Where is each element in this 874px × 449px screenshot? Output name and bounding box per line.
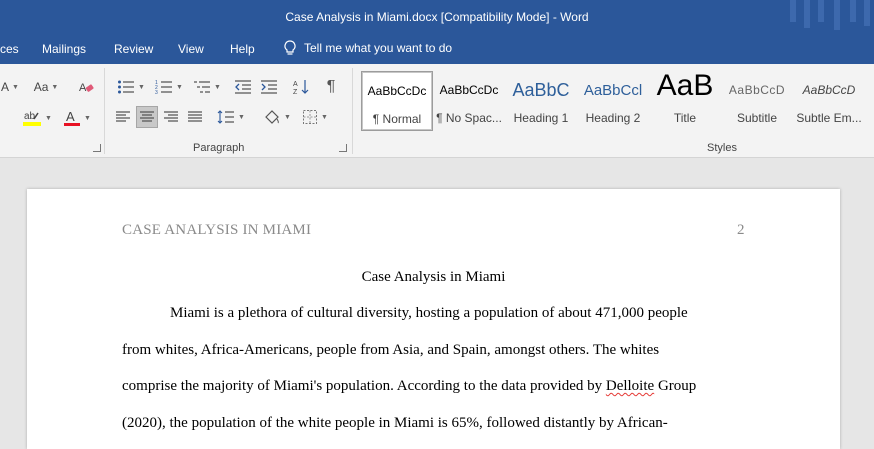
body-line-1: Miami is a plethora of cultural diversit… [170,305,688,321]
align-left-button[interactable] [112,106,134,128]
eraser-icon: A [78,79,94,95]
show-formatting-button[interactable]: ¶ [320,76,342,98]
multilevel-list-icon [193,79,211,95]
style-heading-1[interactable]: AaBbC Heading 1 [505,71,577,131]
tab-view[interactable]: View [178,42,204,56]
decrease-indent-icon [234,79,252,95]
svg-text:A: A [293,81,298,88]
borders-button[interactable]: ▼ [298,106,332,128]
line-spacing-button[interactable]: ▼ [214,106,248,128]
body-line-3-tail: Group [654,378,697,394]
bullets-button[interactable]: ▼ [114,76,148,98]
clear-formatting-button[interactable]: A [76,78,96,96]
svg-text:ab: ab [24,111,36,122]
shrink-font-button[interactable]: A ▼ [0,78,20,96]
svg-text:A: A [79,82,87,94]
highlighter-icon: ab [22,109,42,127]
style-subtitle[interactable]: AaBbCcD Subtitle [721,71,793,131]
tab-references[interactable]: ces [0,42,19,56]
paint-bucket-icon [263,109,281,125]
paragraph-group-label: Paragraph [193,142,245,154]
borders-icon [302,109,318,125]
body-line-4: (2020), the population of the white peop… [122,415,668,431]
title-bar: Case Analysis in Miami.docx [Compatibili… [0,0,874,34]
font-dialog-launcher[interactable] [93,144,101,152]
increase-indent-button[interactable] [258,76,280,98]
tell-me-box[interactable]: Tell me what you want to do [284,40,452,56]
center-button[interactable] [136,106,158,128]
document-page[interactable]: CASE ANALYSIS IN MIAMI 2 Case Analysis i… [27,189,840,449]
svg-text:3: 3 [155,90,158,95]
font-color-icon: A [63,109,81,127]
styles-group-label: Styles [707,142,737,154]
style-heading-2[interactable]: AaBbCcl Heading 2 [577,71,649,131]
styles-gallery: AaBbCcDc ¶ Normal AaBbCcDc ¶ No Spac... … [361,71,874,133]
highlight-color-button[interactable]: ab ▼ [20,108,54,128]
lightbulb-icon [284,40,296,56]
page-number: 2 [737,222,745,238]
justify-button[interactable] [184,106,206,128]
tab-mailings[interactable]: Mailings [42,42,86,56]
style-title[interactable]: AaB Title [649,71,721,131]
body-line-3-text: comprise the majority of Miami's populat… [122,378,606,394]
increase-indent-icon [260,79,278,95]
running-header: CASE ANALYSIS IN MIAMI [122,222,312,238]
svg-text:A: A [66,109,75,124]
paragraph-dialog-launcher[interactable] [339,144,347,152]
numbering-button[interactable]: 1 2 3 ▼ [152,76,186,98]
bullets-icon [117,79,135,95]
align-center-icon [139,110,155,124]
decrease-indent-button[interactable] [232,76,254,98]
sort-button[interactable]: AZ [290,76,312,98]
ribbon: A ▼ Aa ▼ A ab ▼ A ▼ ▼ 1 2 3 ▼ ▼ AZ ¶ ▼ ▼… [0,64,874,158]
sort-icon: AZ [292,78,310,96]
group-separator [352,68,353,154]
line-spacing-icon [217,109,235,125]
tab-review[interactable]: Review [114,42,153,56]
misspelled-word[interactable]: Delloite [606,378,654,394]
body-line-2: from whites, Africa-Americans, people fr… [122,342,660,358]
tab-help[interactable]: Help [230,42,255,56]
style-no-spacing[interactable]: AaBbCcDc ¶ No Spac... [433,71,505,131]
title-bar-decoration [784,0,874,34]
multilevel-list-button[interactable]: ▼ [190,76,224,98]
window-title: Case Analysis in Miami.docx [Compatibili… [285,10,589,24]
document-title: Case Analysis in Miami [361,269,506,285]
group-separator [104,68,105,154]
style-subtle-emphasis[interactable]: AaBbCcD Subtle Em... [793,71,865,131]
numbering-icon: 123 [155,79,173,95]
align-right-button[interactable] [160,106,182,128]
style-normal[interactable]: AaBbCcDc ¶ Normal [361,71,433,131]
tell-me-label: Tell me what you want to do [304,41,453,55]
font-color-button[interactable]: A ▼ [60,108,94,128]
ribbon-tabs: ces Mailings Review View Help Tell me wh… [0,34,874,64]
shading-button[interactable]: ▼ [260,106,294,128]
align-left-icon [115,110,131,124]
body-line-3: comprise the majority of Miami's populat… [122,378,696,395]
change-case-button[interactable]: Aa ▼ [30,78,62,96]
document-canvas: CASE ANALYSIS IN MIAMI 2 Case Analysis i… [0,158,874,449]
pilcrow-icon: ¶ [326,78,336,95]
svg-text:Z: Z [293,89,298,96]
align-right-icon [163,110,179,124]
justify-icon [187,110,203,124]
